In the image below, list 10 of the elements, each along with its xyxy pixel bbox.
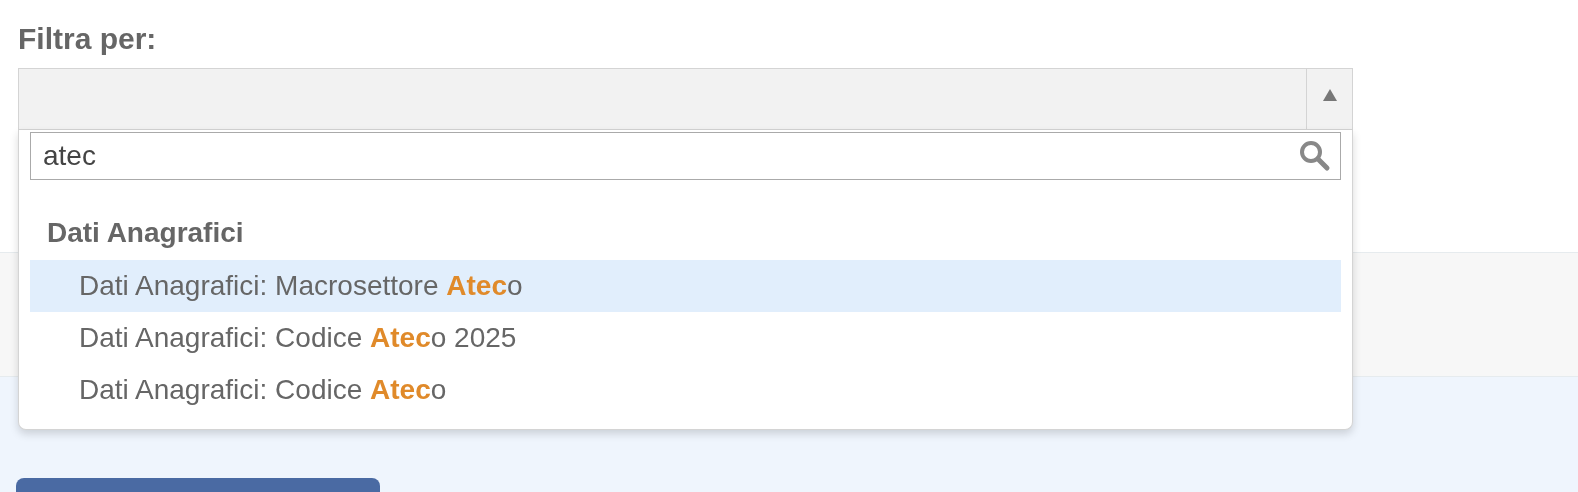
group-heading: Dati Anagrafici	[46, 216, 245, 250]
filter-select[interactable]	[18, 68, 1353, 130]
search-icon	[1299, 140, 1331, 172]
search-field[interactable]: atec	[30, 132, 1341, 180]
filter-label: Filtra per:	[18, 22, 158, 56]
option-item[interactable]: Dati Anagrafici: Codice Ateco	[30, 364, 1341, 416]
option-item[interactable]: Dati Anagrafici: Macrosettore Ateco	[30, 260, 1341, 312]
caret-up-icon	[1322, 89, 1337, 101]
action-button[interactable]	[16, 478, 380, 492]
option-item[interactable]: Dati Anagrafici: Codice Ateco 2025	[30, 312, 1341, 364]
